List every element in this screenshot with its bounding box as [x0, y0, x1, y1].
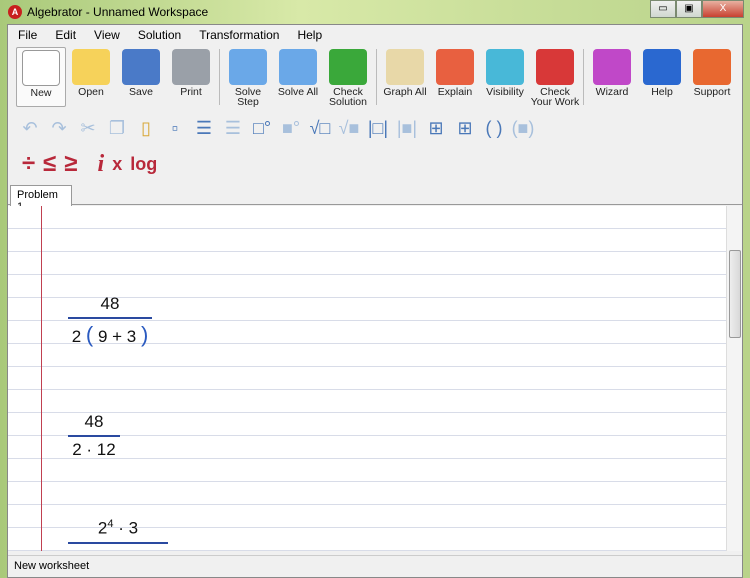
- geq-button[interactable]: ≥: [64, 150, 77, 178]
- button-label: Solve Step: [234, 86, 262, 108]
- tab-problem-1[interactable]: Problem 1: [10, 185, 72, 213]
- button-label: Explain: [437, 86, 473, 98]
- parentheses-filled-icon[interactable]: (■): [511, 117, 535, 139]
- fraction-bar-disabled-icon[interactable]: ☰: [221, 117, 245, 139]
- toolbar-separator: [376, 49, 377, 105]
- new-document-icon: [22, 50, 60, 86]
- redo-icon[interactable]: ↷: [47, 117, 71, 139]
- explain-icon: [436, 49, 474, 85]
- button-label: Print: [180, 86, 202, 98]
- solve-all-button[interactable]: Solve All: [273, 47, 323, 107]
- save-button[interactable]: Save: [116, 47, 166, 107]
- absolute-filled-icon[interactable]: |■|: [395, 117, 419, 139]
- divide-button[interactable]: ÷: [22, 150, 35, 178]
- close-button[interactable]: X: [702, 0, 744, 18]
- subscript-button[interactable]: x: [112, 154, 122, 175]
- graph-icon: [386, 49, 424, 85]
- cut-icon[interactable]: ✂: [76, 117, 100, 139]
- fraction-bar-icon[interactable]: ☰: [192, 117, 216, 139]
- absolute-value-icon[interactable]: |□|: [366, 117, 390, 139]
- check-your-work-button[interactable]: Check Your Work: [530, 47, 580, 107]
- app-logo-icon: A: [8, 5, 22, 19]
- matrix-icon[interactable]: ⊞: [424, 117, 448, 139]
- title-bar: A Algebrator - Unnamed Workspace ▭ ▣ X: [0, 0, 750, 24]
- wizard-wand-icon: [593, 49, 631, 85]
- root-icon[interactable]: √□: [308, 117, 332, 139]
- print-button[interactable]: Print: [166, 47, 216, 107]
- visibility-cards-icon: [486, 49, 524, 85]
- superscript-filled-icon[interactable]: ■°: [279, 117, 303, 139]
- button-label: Graph All: [383, 86, 427, 98]
- window-title: Algebrator - Unnamed Workspace: [27, 5, 209, 19]
- math-toolbar: ÷ ≤ ≥ i x log: [22, 149, 157, 179]
- solve-step-button[interactable]: Solve Step: [223, 47, 273, 107]
- floppy-disk-icon: [122, 49, 160, 85]
- help-button[interactable]: Help: [637, 47, 687, 107]
- explain-button[interactable]: Explain: [430, 47, 480, 107]
- margin-line: [41, 206, 42, 551]
- leq-button[interactable]: ≤: [43, 150, 56, 178]
- help-icon: [643, 49, 681, 85]
- new-button[interactable]: New: [16, 47, 66, 107]
- button-label: Support: [693, 86, 731, 98]
- menu-solution[interactable]: Solution: [138, 28, 181, 42]
- button-label: Check Your Work: [530, 86, 580, 108]
- graph-all-button[interactable]: Graph All: [380, 47, 430, 107]
- copy-icon[interactable]: ❐: [105, 117, 129, 139]
- menu-transformation[interactable]: Transformation: [199, 28, 279, 42]
- root-filled-icon[interactable]: √■: [337, 117, 361, 139]
- button-label: Visibility: [486, 86, 524, 98]
- menu-edit[interactable]: Edit: [55, 28, 76, 42]
- toolbar-separator: [219, 49, 220, 105]
- undo-icon[interactable]: ↶: [18, 117, 42, 139]
- paste-icon[interactable]: ▯: [134, 117, 158, 139]
- double-arrow-down-icon: [279, 49, 317, 85]
- printer-icon: [172, 49, 210, 85]
- superscript-icon[interactable]: □°: [250, 117, 274, 139]
- support-button[interactable]: Support: [687, 47, 737, 107]
- button-label: Check Solution: [329, 86, 367, 108]
- menu-file[interactable]: File: [18, 28, 37, 42]
- expression-3[interactable]: 24 · 3 2 ( 22 · 3 ): [68, 518, 168, 551]
- status-bar: New worksheet: [8, 555, 742, 577]
- visibility-button[interactable]: Visibility: [480, 47, 530, 107]
- wizard-button[interactable]: Wizard: [587, 47, 637, 107]
- folder-icon: [72, 49, 110, 85]
- support-agent-icon: [693, 49, 731, 85]
- arrow-down-icon: [229, 49, 267, 85]
- check-solution-button[interactable]: Check Solution: [323, 47, 373, 107]
- fraction-icon[interactable]: ▫: [163, 117, 187, 139]
- determinant-icon[interactable]: ⊞: [453, 117, 477, 139]
- app-window: File Edit View Solution Transformation H…: [7, 24, 743, 578]
- menu-bar: File Edit View Solution Transformation H…: [8, 25, 742, 45]
- parentheses-icon[interactable]: ( ): [482, 117, 506, 139]
- minimize-button[interactable]: ▭: [650, 0, 676, 18]
- button-label: Open: [78, 86, 104, 98]
- button-label: New: [30, 87, 52, 99]
- worksheet[interactable]: 48 2 ( 9 + 3 ) 48 2 · 12 24 · 3 2 ( 22 ·…: [8, 206, 726, 551]
- checkmark-icon: [329, 49, 367, 85]
- expression-1[interactable]: 48 2 ( 9 + 3 ): [68, 294, 152, 348]
- vertical-scrollbar[interactable]: [726, 206, 742, 551]
- button-label: Help: [651, 86, 673, 98]
- main-toolbar: New Open Save Print Solve Step Solve All Check…: [16, 47, 737, 109]
- wrench-icon: [536, 49, 574, 85]
- imaginary-button[interactable]: i: [98, 151, 105, 178]
- toolbar-separator: [583, 49, 584, 105]
- tab-bar: Problem 1: [8, 185, 742, 213]
- expression-2[interactable]: 48 2 · 12: [68, 412, 120, 460]
- edit-toolbar: ↶ ↷ ✂ ❐ ▯ ▫ ☰ ☰ □° ■° √□ √■ |□| |■| ⊞ ⊞ …: [18, 113, 535, 143]
- button-label: Wizard: [595, 86, 629, 98]
- menu-help[interactable]: Help: [297, 28, 322, 42]
- menu-view[interactable]: View: [94, 28, 120, 42]
- button-label: Solve All: [277, 86, 319, 98]
- scrollbar-thumb[interactable]: [729, 250, 741, 338]
- log-button[interactable]: log: [130, 154, 157, 175]
- open-button[interactable]: Open: [66, 47, 116, 107]
- maximize-button[interactable]: ▣: [676, 0, 702, 18]
- button-label: Save: [129, 86, 153, 98]
